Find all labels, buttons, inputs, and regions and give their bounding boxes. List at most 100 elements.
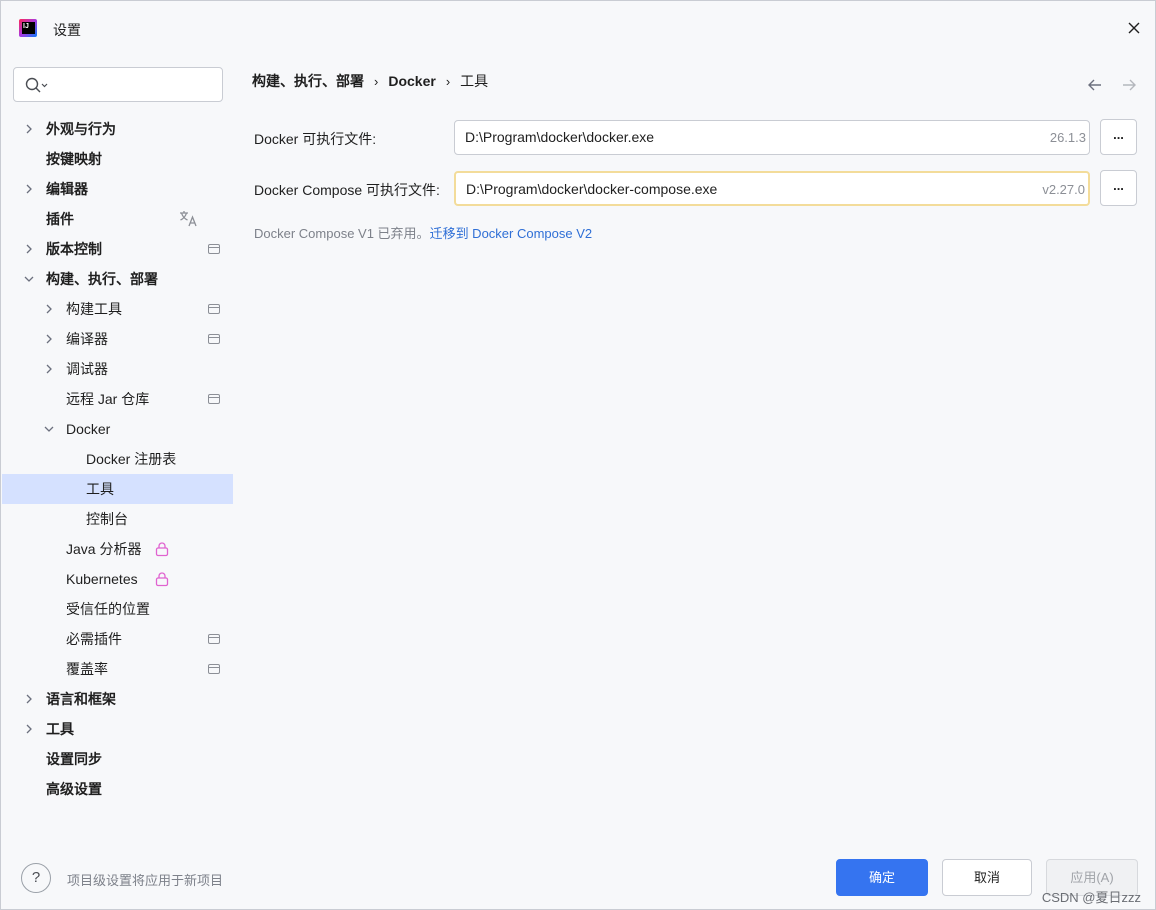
tree-item-label: 外观与行为 [46,121,116,137]
migrate-link[interactable]: 迁移到 Docker Compose V2 [430,226,593,241]
window-title: 设置 [53,22,81,38]
tree-item-label: 语言和框架 [46,691,116,707]
project-level-icon [208,334,220,344]
tree-item-label: 版本控制 [46,241,102,257]
arrow-left-icon [1088,79,1101,91]
tree-item-label: 插件 [46,211,74,227]
compose-version-label: v2.27.0 [1042,182,1085,197]
compose-browse-button[interactable]: ... [1100,170,1137,206]
tree-item[interactable]: 版本控制 [2,234,233,264]
tree-item[interactable]: 工具 [2,474,233,504]
chevron-right-icon[interactable] [22,692,36,706]
chevron-right-icon[interactable] [42,302,56,316]
breadcrumb-item[interactable]: Docker [388,73,435,89]
breadcrumb-separator-icon: › [374,73,379,89]
tree-item-label: 构建工具 [66,301,122,317]
breadcrumb-item-current: 工具 [460,73,489,89]
search-box[interactable] [13,67,223,102]
chevron-right-icon[interactable] [22,182,36,196]
ok-button[interactable]: 确定 [836,859,928,896]
tree-item[interactable]: 控制台 [2,504,233,534]
lock-icon [155,572,169,587]
tree-item[interactable]: 高级设置 [2,774,233,804]
close-icon [1128,22,1140,34]
compose-executable-value[interactable]: D:\Program\docker\docker-compose.exe [466,173,717,206]
tree-item[interactable]: 调试器 [2,354,233,384]
tree-item[interactable]: Docker 注册表 [2,444,233,474]
tree-item[interactable]: 远程 Jar 仓库 [2,384,233,414]
tree-item[interactable]: 工具 [2,714,233,744]
tree-item-label: 工具 [46,721,74,737]
tree-item[interactable]: 外观与行为 [2,114,233,144]
cancel-button[interactable]: 取消 [942,859,1032,896]
tree-item-label: 调试器 [66,361,108,377]
chevron-right-icon[interactable] [42,362,56,376]
settings-tree: 外观与行为按键映射编辑器插件版本控制构建、执行、部署构建工具编译器调试器远程 J… [2,114,233,804]
chevron-right-icon[interactable] [42,332,56,346]
tree-item[interactable]: 按键映射 [2,144,233,174]
translate-icon[interactable] [179,210,199,228]
tree-item-label: 覆盖率 [66,661,108,677]
tree-item-label: 按键映射 [46,151,102,167]
breadcrumb-item[interactable]: 构建、执行、部署 [252,71,364,91]
project-level-icon [208,664,220,674]
tree-item[interactable]: 编辑器 [2,174,233,204]
project-level-icon [208,634,220,644]
tree-item-label: 设置同步 [46,751,102,767]
search-icon [25,77,48,93]
tree-item-label: 编译器 [66,331,108,347]
tree-item[interactable]: Java 分析器 [2,534,233,564]
docker-executable-label: Docker 可执行文件: [254,131,377,147]
settings-dialog: 设置 外观与行为按键映射编辑器插件版本控制构建、执行、部署构建工具编译器调试器远… [0,0,1156,910]
tree-item-label: 构建、执行、部署 [46,271,158,287]
tree-item-label: 控制台 [86,511,128,527]
tree-item[interactable]: 语言和框架 [2,684,233,714]
breadcrumb-separator-icon: › [445,73,451,89]
docker-version-label: 26.1.3 [1049,130,1086,145]
tree-item-label: Docker [66,421,111,437]
search-input[interactable] [54,74,214,96]
compose-executable-label: Docker Compose 可执行文件: [254,182,440,198]
tree-item[interactable]: 插件 [2,204,233,234]
tree-item-label: 必需插件 [66,631,122,647]
chevron-right-icon[interactable] [22,722,36,736]
docker-executable-field[interactable]: D:\Program\docker\docker.exe 26.1.3 [454,120,1090,155]
chevron-down-icon[interactable] [22,272,36,286]
tree-item[interactable]: 构建、执行、部署 [2,264,233,294]
chevron-right-icon[interactable] [22,242,36,256]
tree-item[interactable]: 编译器 [2,324,233,354]
tree-item-label: Java 分析器 [66,541,142,557]
settings-sidebar: 外观与行为按键映射编辑器插件版本控制构建、执行、部署构建工具编译器调试器远程 J… [2,55,233,845]
tree-item[interactable]: 设置同步 [2,744,233,774]
arrow-right-icon [1123,79,1136,91]
tree-item[interactable]: Docker [2,414,233,444]
tree-item-label: 编辑器 [46,181,88,197]
tree-item[interactable]: 覆盖率 [2,654,233,684]
lock-icon [155,542,169,557]
docker-executable-value[interactable]: D:\Program\docker\docker.exe [465,121,654,154]
breadcrumb: 构建、执行、部署 › Docker › 工具 [252,71,488,91]
tree-item-label: 高级设置 [46,781,102,797]
compose-executable-field[interactable]: D:\Program\docker\docker-compose.exe v2.… [454,171,1090,206]
deprecation-text: Docker Compose V1 已弃用。 [254,226,430,241]
docker-browse-button[interactable]: ... [1100,119,1137,155]
tree-item[interactable]: 受信任的位置 [2,594,233,624]
history-nav [1085,75,1139,95]
footer-note: 项目级设置将应用于新项目 [67,873,224,888]
tree-item-label: Docker 注册表 [86,451,177,467]
tree-item[interactable]: 构建工具 [2,294,233,324]
back-button[interactable] [1085,75,1105,95]
forward-button[interactable] [1119,75,1139,95]
watermark: CSDN @夏日zzz [1041,890,1141,905]
chevron-right-icon[interactable] [22,122,36,136]
project-level-icon [208,304,220,314]
tree-item[interactable]: 必需插件 [2,624,233,654]
tree-item-label: 受信任的位置 [66,601,150,617]
project-level-icon [208,394,220,404]
project-level-icon [208,244,220,254]
close-button[interactable] [1121,15,1147,41]
help-button[interactable]: ? [21,863,51,893]
intellij-logo-icon [19,19,37,37]
tree-item[interactable]: Kubernetes [2,564,233,594]
chevron-down-icon[interactable] [42,422,56,436]
